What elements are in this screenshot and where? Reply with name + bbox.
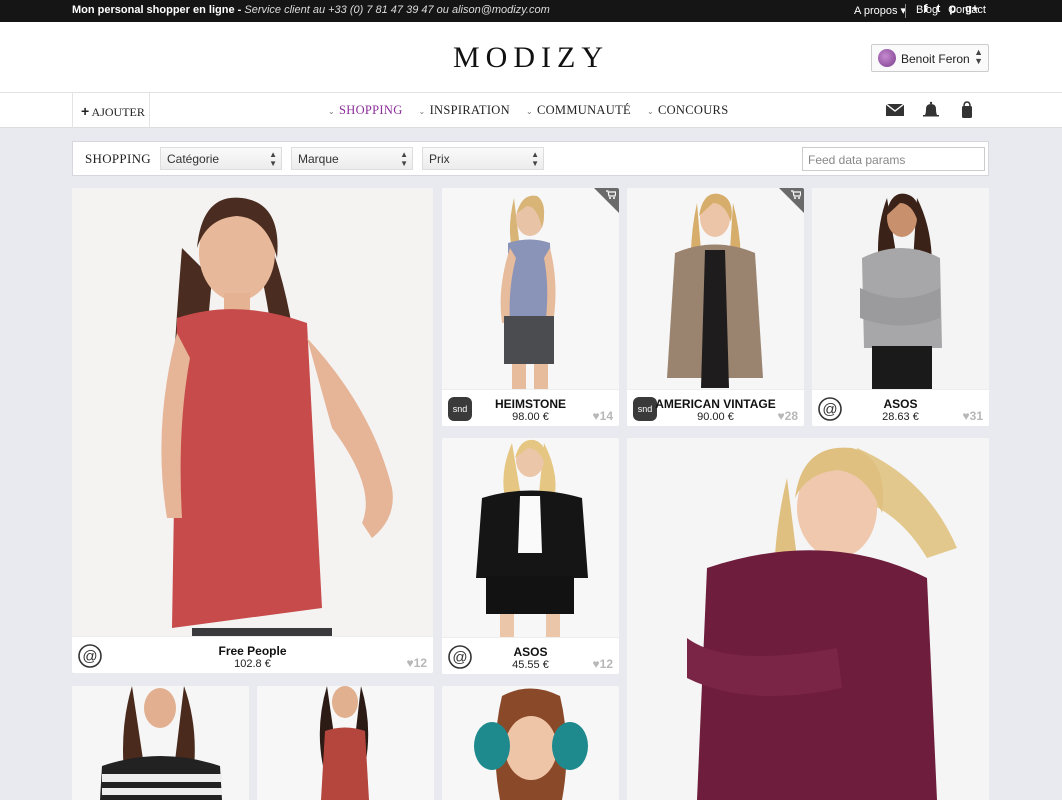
product-card[interactable]: @ ASOS 45.55 € ♥12 (442, 438, 619, 674)
category-value: Catégorie (167, 152, 220, 166)
product-photo[interactable] (442, 686, 619, 800)
chevron-down-icon: ⌄ (418, 107, 426, 116)
brand-value: Marque (298, 152, 339, 166)
product-photo[interactable] (442, 188, 619, 389)
updown-arrows-icon: ▲ ▼ (269, 150, 277, 168)
product-card[interactable]: snd AMERICAN VINTAGE 90.00 € ♥28 (627, 188, 804, 426)
cart-icon (606, 190, 616, 199)
product-card[interactable]: @ ASOS 28.63 € ♥31 (812, 188, 989, 426)
google-plus-icon[interactable]: g+ (965, 3, 978, 15)
product-card[interactable] (442, 686, 619, 800)
heart-icon: ♥ (406, 656, 414, 670)
feed-params-input[interactable]: Feed data params (802, 147, 985, 171)
nav-menu: ⌄ SHOPPING ⌄ INSPIRATION ⌄ COMMUNAUTÉ ⌄ CONC… (328, 103, 728, 118)
heart-icon: ♥ (592, 657, 600, 671)
avatar (878, 49, 896, 67)
divider (905, 4, 906, 18)
product-card[interactable] (257, 686, 434, 800)
category-select[interactable]: Catégorie ▲ ▼ (160, 147, 282, 170)
product-info: @ ASOS 28.63 € ♥31 (812, 389, 989, 426)
facebook-icon[interactable]: f (924, 3, 928, 15)
shopping-bag-icon[interactable] (957, 101, 977, 119)
link-about[interactable]: A propos ▾ (854, 4, 906, 17)
nav-item-communaute[interactable]: ⌄ COMMUNAUTÉ (526, 103, 631, 118)
product-photo[interactable] (72, 686, 249, 800)
product-price: 102.8 € (234, 658, 271, 670)
product-photo[interactable] (442, 438, 619, 637)
price-value: Prix (429, 152, 450, 166)
heart-icon: ♥ (777, 409, 785, 423)
site-header: MODIZY Benoit Feron ▲ ▼ (0, 22, 1062, 93)
product-info: snd AMERICAN VINTAGE 90.00 € ♥28 (627, 389, 804, 426)
cart-icon (791, 190, 801, 199)
filter-title: SHOPPING (85, 151, 151, 166)
filter-bar: SHOPPING Catégorie ▲ ▼ Marque ▲ ▼ Prix ▲ ▼ … (72, 141, 989, 176)
pinterest-icon[interactable]: p (949, 3, 956, 15)
product-photo[interactable] (627, 438, 989, 800)
brand-select[interactable]: Marque ▲ ▼ (291, 147, 413, 170)
bell-icon[interactable] (921, 101, 941, 119)
main-nav: + AJOUTER ⌄ SHOPPING ⌄ INSPIRATION ⌄ COMMUN… (0, 93, 1062, 128)
heart-icon: ♥ (592, 409, 600, 423)
plus-icon: + (81, 103, 90, 119)
chevron-down-icon: ⌄ (525, 107, 533, 116)
nav-item-shopping[interactable]: ⌄ SHOPPING (328, 103, 403, 118)
promo-text: Mon personal shopper en ligne - Service … (72, 4, 550, 16)
product-photo[interactable] (257, 686, 434, 800)
likes-count[interactable]: ♥12 (593, 657, 613, 671)
support-contact: Service client au +33 (0) 7 81 47 39 47 … (244, 4, 550, 16)
heart-icon: ♥ (962, 409, 970, 423)
updown-arrows-icon: ▲ ▼ (400, 150, 408, 168)
nav-item-concours[interactable]: ⌄ CONCOURS (647, 103, 729, 118)
product-photo[interactable] (627, 188, 804, 389)
product-card[interactable]: @ Free People 102.8 € ♥12 (72, 188, 433, 673)
product-card[interactable]: snd HEIMSTONE 98.00 € ♥14 (442, 188, 619, 426)
top-bar: Mon personal shopper en ligne - Service … (0, 0, 1062, 22)
user-name: Benoit Feron (901, 52, 970, 66)
likes-count[interactable]: ♥31 (963, 409, 983, 423)
chevron-down-icon: ⌄ (328, 107, 336, 116)
nav-item-inspiration[interactable]: ⌄ INSPIRATION (419, 103, 510, 118)
product-info: snd HEIMSTONE 98.00 € ♥14 (442, 389, 619, 426)
updown-arrows-icon: ▲ ▼ (531, 150, 539, 168)
product-card[interactable] (627, 438, 989, 800)
likes-count[interactable]: ♥14 (593, 409, 613, 423)
nav-icons (885, 101, 977, 119)
promo-title: Mon personal shopper en ligne - (72, 4, 242, 16)
product-photo[interactable] (72, 188, 433, 636)
product-info: @ ASOS 45.55 € ♥12 (442, 637, 619, 674)
mail-icon[interactable] (885, 101, 905, 119)
price-select[interactable]: Prix ▲ ▼ (422, 147, 544, 170)
user-menu[interactable]: Benoit Feron ▲ ▼ (871, 44, 989, 72)
product-brand: Free People (218, 644, 287, 658)
likes-count[interactable]: ♥28 (778, 409, 798, 423)
modizy-logo[interactable]: MODIZY (440, 41, 622, 75)
likes-count[interactable]: ♥12 (407, 656, 427, 670)
product-card[interactable] (72, 686, 249, 800)
updown-arrows-icon: ▲ ▼ (974, 47, 983, 66)
twitter-icon[interactable]: t (937, 3, 941, 15)
chevron-down-icon: ⌄ (646, 107, 654, 116)
product-photo[interactable] (812, 188, 989, 389)
add-label: AJOUTER (91, 105, 145, 119)
add-button[interactable]: + AJOUTER (72, 93, 150, 128)
product-info: @ Free People 102.8 € ♥12 (72, 636, 433, 673)
social-links: f t p g+ (924, 3, 978, 15)
